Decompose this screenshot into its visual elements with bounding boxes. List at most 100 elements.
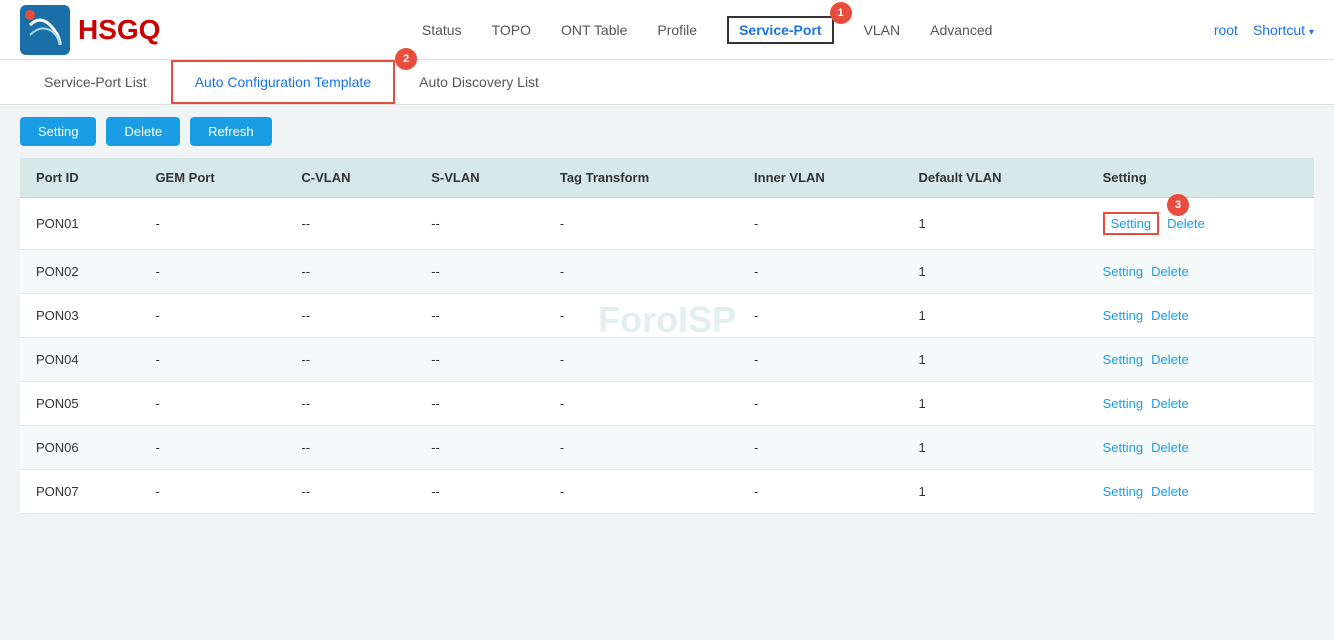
cell-row0-col4: - [544,198,738,250]
toolbar: Setting Delete Refresh [0,105,1334,158]
cell-row4-col5: - [738,382,902,426]
cell-row0-actions: Setting3Delete [1087,198,1314,250]
main-nav: Status TOPO ONT Table Profile Service-Po… [200,16,1213,44]
cell-row2-col3: -- [415,294,544,338]
row3-delete-link[interactable]: Delete [1151,352,1189,367]
row5-setting-link[interactable]: Setting [1103,440,1143,455]
nav-item-ont-table[interactable]: ONT Table [561,17,627,43]
cell-row2-actions: Setting Delete [1087,294,1314,338]
table-header: Port ID GEM Port C-VLAN S-VLAN Tag Trans… [20,158,1314,198]
cell-row1-col6: 1 [903,250,1087,294]
cell-row2-col2: -- [285,294,415,338]
refresh-button[interactable]: Refresh [190,117,272,146]
row0-delete-link[interactable]: Delete [1167,216,1205,231]
cell-row6-actions: Setting Delete [1087,470,1314,514]
col-c-vlan: C-VLAN [285,158,415,198]
tab-auto-config-badge: 2 [395,48,417,70]
delete-button[interactable]: Delete [106,117,180,146]
cell-row2-col4: - [544,294,738,338]
cell-row3-col4: - [544,338,738,382]
cell-row5-col6: 1 [903,426,1087,470]
table-row: PON02-------1SettingDelete [20,250,1314,294]
table-row: PON07-------1SettingDelete [20,470,1314,514]
col-default-vlan: Default VLAN [903,158,1087,198]
cell-row0-col3: -- [415,198,544,250]
cell-row5-col0: PON06 [20,426,139,470]
nav-item-topo[interactable]: TOPO [492,17,531,43]
row3-setting-link[interactable]: Setting [1103,352,1143,367]
table-body: PON01-------1Setting3DeletePON02-------1… [20,198,1314,514]
cell-row3-col3: -- [415,338,544,382]
cell-row4-col1: - [139,382,285,426]
cell-row3-actions: Setting Delete [1087,338,1314,382]
row6-setting-link[interactable]: Setting [1103,484,1143,499]
row6-delete-link[interactable]: Delete [1151,484,1189,499]
cell-row1-col4: - [544,250,738,294]
cell-row3-col2: -- [285,338,415,382]
nav-item-status[interactable]: Status [422,17,462,43]
cell-row3-col6: 1 [903,338,1087,382]
nav-item-root[interactable]: root [1214,17,1238,43]
cell-row0-col2: -- [285,198,415,250]
cell-row6-col2: -- [285,470,415,514]
cell-row1-col1: - [139,250,285,294]
col-tag-transform: Tag Transform [544,158,738,198]
setting-button[interactable]: Setting [20,117,96,146]
nav-item-service-port[interactable]: Service-Port [727,16,833,44]
row1-delete-link[interactable]: Delete [1151,264,1189,279]
logo-area: HSGQ [20,5,160,55]
row4-delete-link[interactable]: Delete [1151,396,1189,411]
tab-auto-config-wrapper: Auto Configuration Template 2 [171,60,395,104]
cell-row2-col1: - [139,294,285,338]
cell-row6-col1: - [139,470,285,514]
table-row: PON06-------1SettingDelete [20,426,1314,470]
table-row: PON01-------1Setting3Delete [20,198,1314,250]
setting-badge-wrapper: Setting3 [1103,212,1167,235]
table-row: PON05-------1SettingDelete [20,382,1314,426]
cell-row4-col4: - [544,382,738,426]
col-gem-port: GEM Port [139,158,285,198]
table-row: PON03-------1SettingDelete [20,294,1314,338]
cell-row5-col4: - [544,426,738,470]
cell-row5-col3: -- [415,426,544,470]
nav-service-port-badge: 1 [830,2,852,24]
cell-row6-col6: 1 [903,470,1087,514]
row1-setting-link[interactable]: Setting [1103,264,1143,279]
nav-item-profile[interactable]: Profile [657,17,697,43]
cell-row0-col0: PON01 [20,198,139,250]
row2-setting-link[interactable]: Setting [1103,308,1143,323]
cell-row1-col3: -- [415,250,544,294]
header: HSGQ Status TOPO ONT Table Profile Servi… [0,0,1334,60]
cell-row6-col4: - [544,470,738,514]
table-container: Port ID GEM Port C-VLAN S-VLAN Tag Trans… [0,158,1334,534]
nav-item-vlan[interactable]: VLAN [864,17,901,43]
cell-row6-col3: -- [415,470,544,514]
table-row: PON04-------1SettingDelete [20,338,1314,382]
row2-delete-link[interactable]: Delete [1151,308,1189,323]
nav-right: root Shortcut ▾ [1214,17,1314,43]
cell-row0-col6: 1 [903,198,1087,250]
row5-delete-link[interactable]: Delete [1151,440,1189,455]
nav-service-port-wrapper: Service-Port 1 [727,16,833,44]
brand-name: HSGQ [78,14,160,46]
col-port-id: Port ID [20,158,139,198]
main-table: Port ID GEM Port C-VLAN S-VLAN Tag Trans… [20,158,1314,514]
cell-row6-col0: PON07 [20,470,139,514]
logo-icon [20,5,70,55]
tab-auto-discovery-list[interactable]: Auto Discovery List [395,60,563,104]
cell-row5-col5: - [738,426,902,470]
cell-row4-actions: Setting Delete [1087,382,1314,426]
row-setting-badge: 3 [1167,194,1189,216]
cell-row4-col2: -- [285,382,415,426]
row-setting-link[interactable]: Setting [1103,212,1159,235]
cell-row4-col6: 1 [903,382,1087,426]
nav-item-shortcut[interactable]: Shortcut ▾ [1253,17,1314,43]
cell-row4-col3: -- [415,382,544,426]
nav-item-advanced[interactable]: Advanced [930,17,992,43]
tab-service-port-list[interactable]: Service-Port List [20,60,171,104]
tabs-bar: Service-Port List Auto Configuration Tem… [0,60,1334,105]
cell-row3-col0: PON04 [20,338,139,382]
row4-setting-link[interactable]: Setting [1103,396,1143,411]
cell-row6-col5: - [738,470,902,514]
tab-auto-configuration-template[interactable]: Auto Configuration Template [171,60,395,104]
